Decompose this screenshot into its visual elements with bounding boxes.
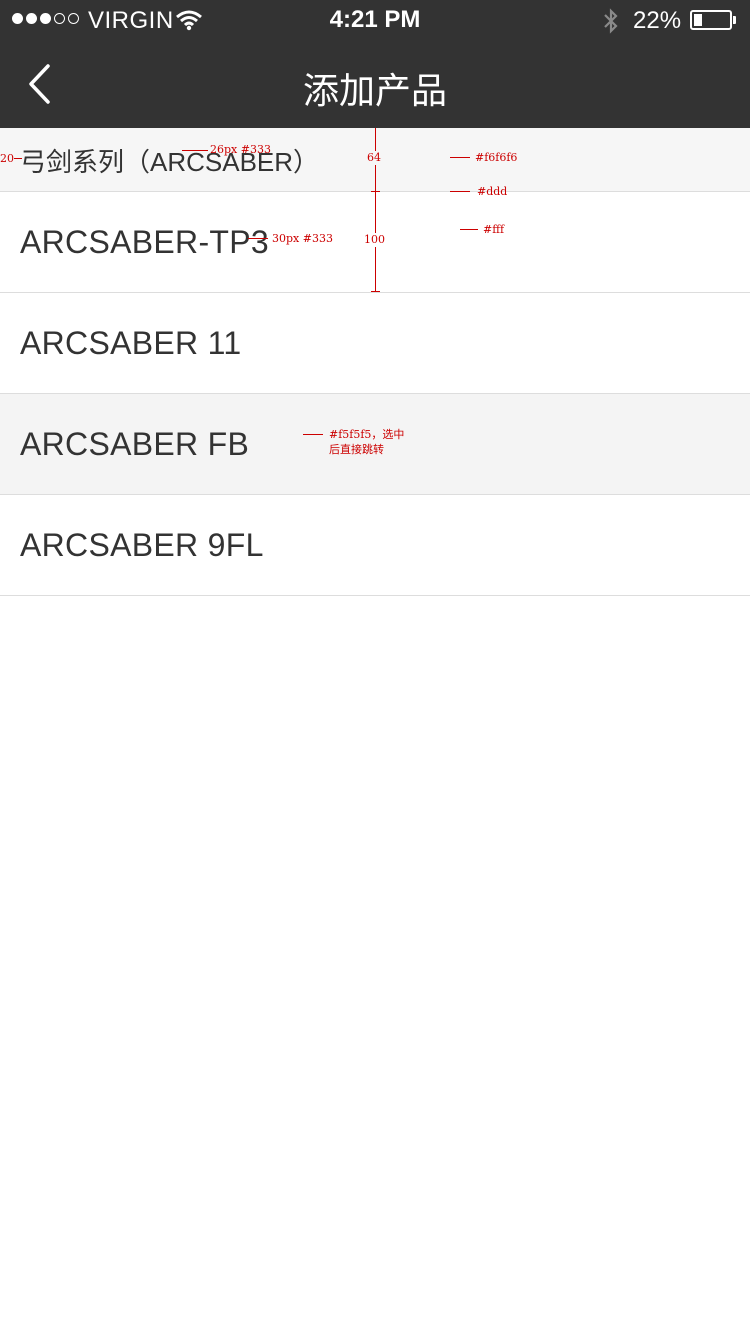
annotation-item-bg: #fff <box>483 223 505 236</box>
annotation-line <box>450 191 470 192</box>
page-title: 添加产品 <box>302 70 447 111</box>
annotation-line <box>14 158 22 159</box>
status-bar: VIRGIN 4:21 PM 22% <box>0 0 750 40</box>
annotation-selected-note: #f5f5f5，选中 <box>329 428 405 441</box>
bluetooth-icon <box>601 8 621 39</box>
annotation-header-height: 64 <box>365 151 383 165</box>
annotation-item-height: 100 <box>362 233 387 247</box>
navigation-bar: 添加产品 <box>0 40 750 128</box>
list-item-label: ARCSABER 9FL <box>20 527 264 563</box>
annotation-item-font: 30px #333 <box>272 232 333 245</box>
annotation-line <box>182 150 208 151</box>
annotation-selected-note: 后直接跳转 <box>329 443 384 456</box>
list-item-arcsaber-11[interactable]: ARCSABER 11 <box>0 293 750 394</box>
battery-nub <box>733 16 736 24</box>
list-item-arcsaber-9fl[interactable]: ARCSABER 9FL <box>0 495 750 596</box>
battery-percentage: 22% <box>633 7 682 34</box>
list-item-label: ARCSABER 11 <box>20 325 242 361</box>
section-title: 弓剑系列（ARCSABER） <box>20 147 320 177</box>
annotation-divider: #ddd <box>477 185 508 198</box>
annotation-line <box>248 238 268 239</box>
annotation-padding: 20 <box>0 152 14 165</box>
annotation-tick <box>371 291 380 292</box>
annotation-line <box>303 434 323 435</box>
annotation-line <box>450 157 470 158</box>
battery-icon <box>690 10 732 30</box>
list-item-label: ARCSABER-TP3 <box>20 224 269 260</box>
annotation-line <box>460 229 478 230</box>
annotation-header-font: 26px #333 <box>210 143 271 156</box>
annotation-header-bg: #f6f6f6 <box>475 151 518 164</box>
list-item-label: ARCSABER FB <box>20 426 250 462</box>
annotation-tick <box>371 191 380 192</box>
